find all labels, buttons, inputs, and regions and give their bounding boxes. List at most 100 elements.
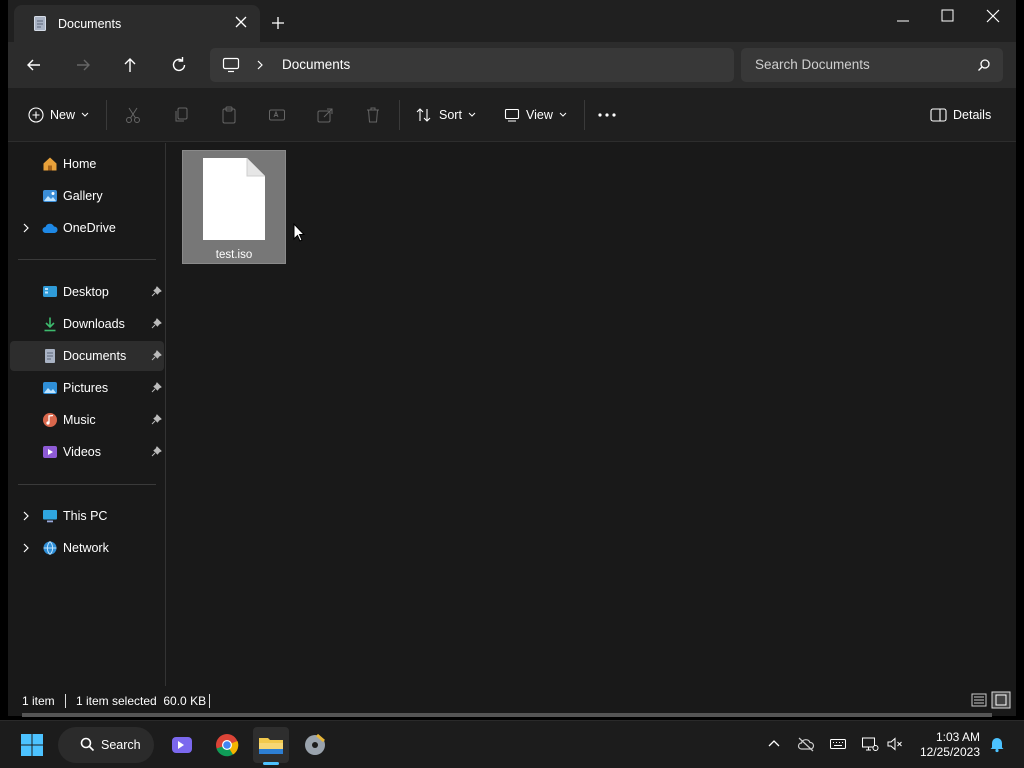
status-bar: 1 item 1 item selected 60.0 KB	[8, 686, 1016, 716]
chevron-right-icon[interactable]	[22, 543, 30, 553]
chevron-up-icon[interactable]	[765, 735, 783, 753]
pin-icon[interactable]	[151, 286, 162, 297]
sidebar-item-desktop[interactable]: Desktop	[10, 277, 164, 307]
videos-icon	[43, 446, 57, 458]
more-options-icon[interactable]	[597, 105, 617, 125]
sidebar-item-downloads[interactable]: Downloads	[10, 309, 164, 339]
sidebar-item-label: Network	[63, 541, 109, 555]
file-name: test.iso	[215, 249, 253, 261]
cloud-icon	[42, 223, 58, 233]
disc-app-icon[interactable]	[297, 727, 333, 763]
sidebar-item-pictures[interactable]: Pictures	[10, 373, 164, 403]
details-pane-button[interactable]: Details	[930, 105, 991, 125]
active-app-indicator	[263, 762, 279, 765]
cloud-offline-icon[interactable]	[797, 735, 815, 753]
close-window-button[interactable]	[973, 6, 1013, 26]
chevron-down-icon	[559, 112, 567, 117]
details-view-icon[interactable]	[969, 691, 989, 709]
network-status-icon[interactable]	[861, 735, 879, 753]
sidebar-item-label: Gallery	[63, 189, 103, 203]
documents-icon	[45, 349, 55, 363]
sidebar-item-network[interactable]: Network	[10, 533, 164, 563]
start-button[interactable]	[14, 727, 50, 763]
chrome-icon[interactable]	[209, 727, 245, 763]
copy-icon[interactable]	[172, 105, 190, 125]
delete-icon[interactable]	[364, 105, 382, 125]
close-icon[interactable]	[234, 15, 248, 29]
chevron-right-icon	[257, 60, 263, 70]
mouse-cursor-icon	[293, 223, 305, 242]
view-icon	[504, 108, 520, 122]
new-tab-button[interactable]	[270, 15, 286, 31]
chevron-right-icon[interactable]	[22, 511, 30, 521]
pc-icon	[43, 510, 57, 523]
pin-icon[interactable]	[151, 350, 162, 361]
file-explorer-taskbar-button[interactable]	[253, 727, 289, 763]
sidebar-item-label: Home	[63, 157, 97, 171]
tab-documents[interactable]: Documents	[14, 5, 260, 42]
download-icon	[44, 317, 56, 332]
up-button[interactable]	[119, 54, 141, 76]
new-button[interactable]: New	[28, 105, 89, 125]
paste-icon[interactable]	[220, 105, 238, 125]
taskbar-search-button[interactable]: Search	[58, 727, 154, 763]
sidebar-item-label: OneDrive	[63, 221, 116, 235]
sidebar-item-onedrive[interactable]: OneDrive	[10, 213, 164, 243]
sidebar-item-label: Music	[63, 413, 96, 427]
breadcrumb-documents[interactable]: Documents	[282, 57, 350, 72]
notification-bell-icon[interactable]	[988, 735, 1006, 753]
new-label: New	[50, 108, 76, 122]
search-icon	[978, 59, 990, 71]
volume-muted-icon[interactable]	[886, 735, 904, 753]
status-divider	[209, 694, 210, 708]
taskbar: Search 1:03 AM 12/25/2023	[0, 720, 1024, 768]
network-icon	[43, 541, 57, 555]
sidebar-item-label: Videos	[63, 445, 101, 459]
minimize-button[interactable]	[883, 6, 923, 26]
pin-icon[interactable]	[151, 446, 162, 457]
pin-icon[interactable]	[151, 414, 162, 425]
back-button[interactable]	[23, 54, 45, 76]
address-bar[interactable]: Documents	[210, 48, 734, 82]
chevron-right-icon[interactable]	[22, 223, 30, 233]
details-pane-icon	[930, 108, 947, 122]
keyboard-icon[interactable]	[829, 735, 847, 753]
sidebar-item-videos[interactable]: Videos	[10, 437, 164, 467]
details-label: Details	[953, 108, 992, 122]
search-input[interactable]: Search Documents	[741, 48, 1003, 82]
pin-icon[interactable]	[151, 318, 162, 329]
title-bar: Documents	[8, 0, 1016, 42]
home-icon	[43, 157, 57, 171]
monitor-icon	[222, 57, 240, 73]
sidebar-item-this-pc[interactable]: This PC	[10, 501, 164, 531]
sidebar-item-gallery[interactable]: Gallery	[10, 181, 164, 211]
maximize-button[interactable]	[928, 6, 968, 26]
gallery-icon	[43, 190, 57, 202]
view-button[interactable]: View	[504, 105, 567, 125]
divider	[399, 100, 400, 130]
refresh-button[interactable]	[168, 54, 190, 76]
sidebar-item-music[interactable]: Music	[10, 405, 164, 435]
status-divider	[65, 694, 66, 708]
sidebar-item-label: This PC	[63, 509, 108, 523]
clock-date: 12/25/2023	[919, 745, 980, 759]
view-label: View	[526, 108, 553, 122]
divider	[106, 100, 107, 130]
sidebar-item-home[interactable]: Home	[10, 149, 164, 179]
large-icons-view-icon[interactable]	[991, 691, 1011, 709]
sort-button[interactable]: Sort	[415, 105, 476, 125]
cut-icon[interactable]	[124, 105, 142, 125]
share-icon[interactable]	[316, 105, 334, 125]
horizontal-scrollbar[interactable]	[22, 713, 992, 717]
pin-icon[interactable]	[151, 382, 162, 393]
plus-circle-icon	[28, 107, 44, 123]
forward-button[interactable]	[72, 54, 94, 76]
meet-icon[interactable]	[164, 727, 200, 763]
sidebar-item-documents[interactable]: Documents	[10, 341, 164, 371]
system-clock[interactable]: 1:03 AM 12/25/2023	[920, 730, 980, 760]
rename-icon[interactable]	[268, 105, 286, 125]
desktop-icon	[43, 286, 57, 297]
music-icon	[43, 413, 57, 427]
search-icon	[80, 737, 95, 752]
file-item[interactable]: test.iso	[182, 150, 286, 264]
